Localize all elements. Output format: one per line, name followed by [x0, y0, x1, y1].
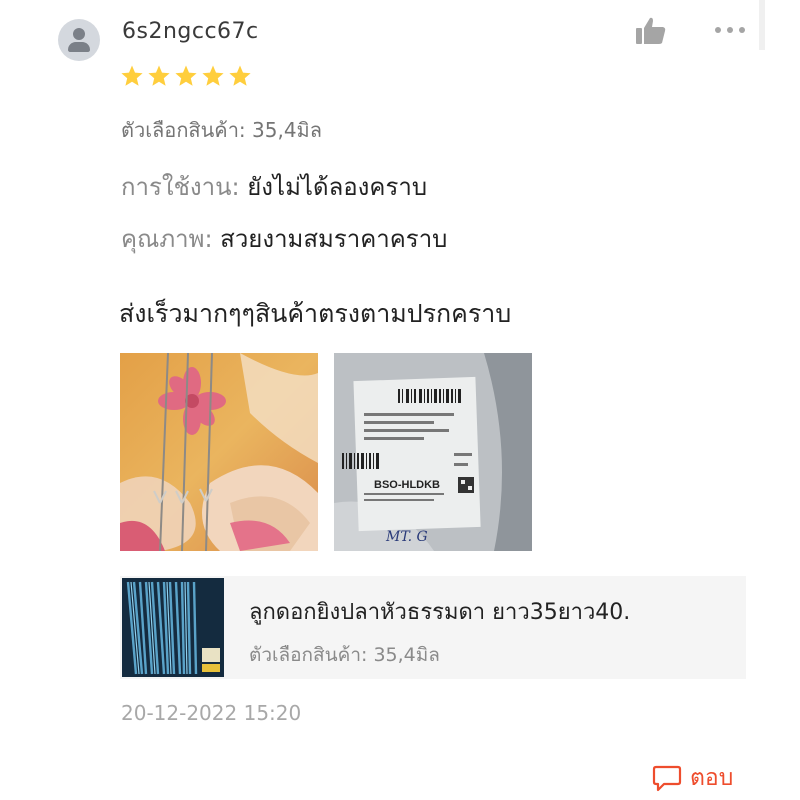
reply-button[interactable]: ตอบ	[652, 760, 733, 796]
photo-label-code: BSO-HLDKB	[374, 479, 440, 491]
more-options-icon[interactable]	[712, 18, 748, 42]
review-comment: ส่งเร็วมากๆๆสินค้าตรงตามปรกคราบ	[119, 299, 512, 328]
photo-handwriting: MT. G	[385, 529, 428, 545]
review-photo[interactable]: BSO-HLDKB MT. G	[334, 353, 532, 551]
scrollbar[interactable]	[759, 0, 765, 50]
star-icon	[202, 65, 224, 86]
attribute-label: คุณภาพ:	[121, 225, 213, 253]
user-avatar-icon[interactable]	[58, 19, 100, 61]
attribute-value: ยังไม่ได้ลองคราบ	[247, 173, 428, 201]
reviewer-username: 6s2ngcc67c	[122, 19, 259, 44]
product-name: ลูกดอกยิงปลาหัวธรรมดา ยาว35ยาว40.	[249, 600, 631, 625]
product-card[interactable]: ลูกดอกยิงปลาหัวธรรมดา ยาว35ยาว40. ตัวเลื…	[120, 576, 746, 679]
star-rating	[120, 64, 252, 88]
review-photo[interactable]	[120, 353, 318, 551]
star-icon	[175, 65, 197, 86]
star-icon	[121, 65, 143, 86]
product-thumbnail	[122, 578, 224, 677]
avatar-body	[68, 42, 90, 52]
review-variation: ตัวเลือกสินค้า: 35,4มิล	[121, 118, 322, 142]
star-icon	[229, 65, 251, 86]
avatar-head	[73, 28, 85, 40]
attribute-label: การใช้งาน:	[121, 173, 240, 201]
reply-label: ตอบ	[690, 765, 734, 791]
attribute-quality: คุณภาพ: สวยงามสมราคาคราบ	[121, 219, 447, 258]
product-variation: ตัวเลือกสินค้า: 35,4มิล	[249, 644, 440, 666]
chat-bubble-icon	[652, 765, 682, 792]
thumbs-up-icon[interactable]	[634, 16, 668, 46]
attribute-value: สวยงามสมราคาคราบ	[220, 225, 448, 253]
review-timestamp: 20-12-2022 15:20	[121, 701, 302, 725]
star-icon	[148, 65, 170, 86]
attribute-usage: การใช้งาน: ยังไม่ได้ลองคราบ	[121, 167, 427, 206]
